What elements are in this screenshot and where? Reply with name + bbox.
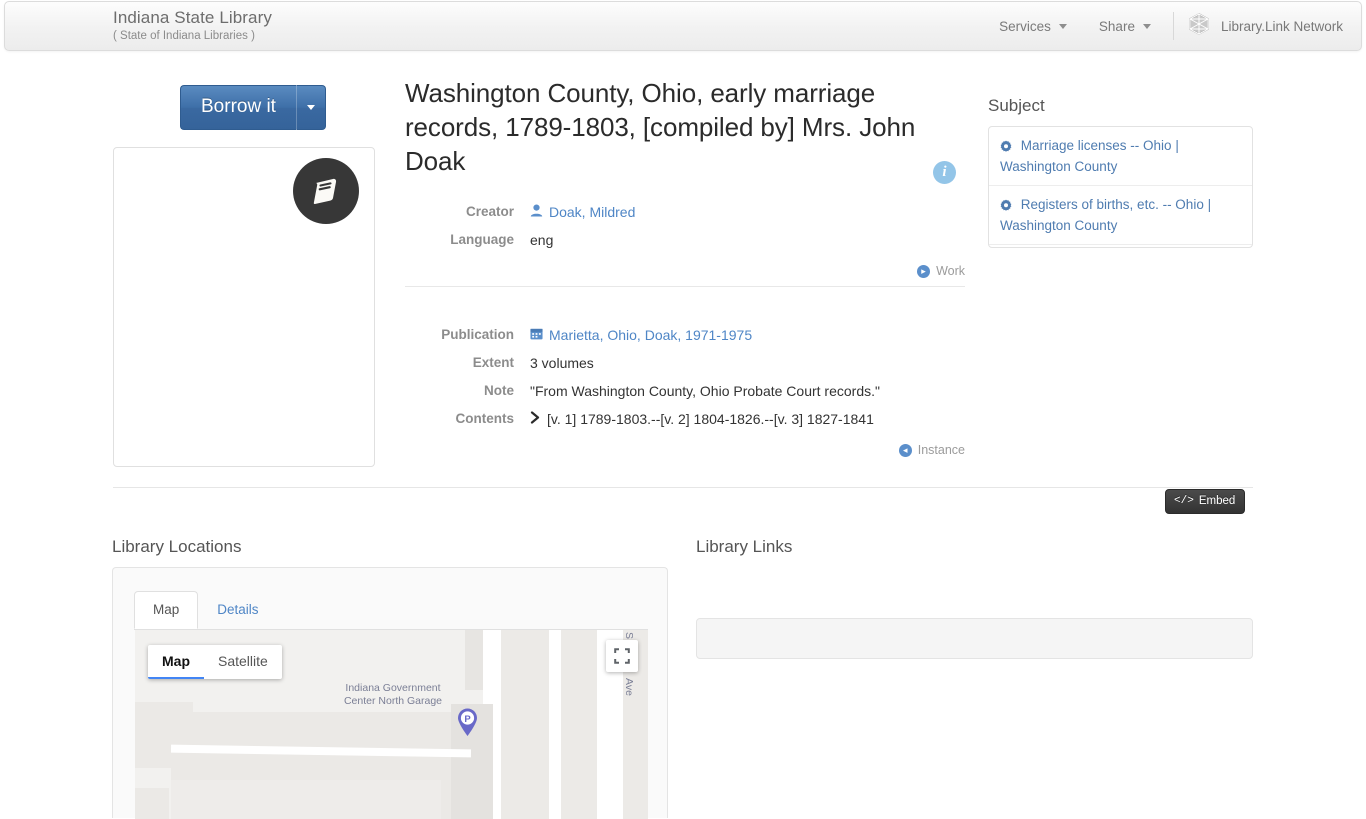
site-header: Indiana State Library ( State of Indiana… bbox=[4, 1, 1362, 51]
book-icon bbox=[293, 158, 359, 224]
borrow-it-button[interactable]: Borrow it bbox=[180, 85, 296, 130]
work-fields: Creator Doak, Mildred Language eng bbox=[405, 202, 965, 250]
instance-level-label: Instance bbox=[917, 443, 965, 457]
nav-item-services[interactable]: Services bbox=[983, 2, 1083, 50]
field-label: Publication bbox=[441, 327, 514, 342]
map-place-label: Indiana Government Center North Garage bbox=[343, 682, 443, 707]
brand-title: Indiana State Library bbox=[113, 8, 272, 27]
library-locations-panel: Map Details Indiana Government Center Nor… bbox=[112, 567, 668, 819]
brand[interactable]: Indiana State Library ( State of Indiana… bbox=[113, 8, 272, 44]
map-street-label-s: S bbox=[623, 632, 635, 640]
arrow-right-circle-icon: ▸ bbox=[917, 264, 931, 278]
map-block bbox=[171, 780, 441, 819]
work-level-label: Work bbox=[936, 264, 965, 278]
map-canvas[interactable]: Indiana Government Center North Garage S … bbox=[135, 630, 648, 819]
hexagon-network-icon bbox=[1186, 11, 1212, 42]
chevron-right-icon[interactable] bbox=[530, 409, 541, 429]
map-type-map-button[interactable]: Map bbox=[148, 645, 204, 679]
map-road bbox=[549, 630, 561, 819]
map-type-satellite-button[interactable]: Satellite bbox=[204, 645, 282, 679]
cover-placeholder bbox=[113, 147, 375, 467]
map-block bbox=[501, 630, 549, 819]
field-label: Note bbox=[484, 383, 514, 398]
chevron-down-icon bbox=[1142, 23, 1151, 29]
field-value: "From Washington County, Ohio Probate Co… bbox=[530, 383, 880, 399]
nav-item-share-label: Share bbox=[1098, 18, 1135, 34]
arrow-left-circle-icon: ◂ bbox=[898, 443, 912, 457]
field-row: Publication Marietta, Ohio, Doak, 1971-1… bbox=[405, 325, 965, 345]
page-title: Washington County, Ohio, early marriage … bbox=[405, 78, 916, 176]
work-level-indicator[interactable]: ▸ Work bbox=[405, 258, 965, 287]
record-detail: Washington County, Ohio, early marriage … bbox=[405, 76, 965, 465]
field-label: Language bbox=[450, 232, 514, 247]
gear-icon bbox=[1000, 138, 1012, 157]
info-icon[interactable]: i bbox=[933, 161, 956, 184]
chevron-down-icon bbox=[306, 105, 315, 110]
library-links-title: Library Links bbox=[696, 537, 793, 556]
subject-panel-title: Subject bbox=[988, 96, 1045, 115]
contents-value: [v. 1] 1789-1803.--[v. 2] 1804-1826.--[v… bbox=[547, 411, 874, 427]
map-parking-marker[interactable]: P bbox=[457, 708, 477, 736]
field-value: eng bbox=[530, 232, 554, 248]
instance-fields: Publication Marietta, Ohio, Doak, 1971-1… bbox=[405, 311, 965, 429]
map-block bbox=[135, 788, 169, 819]
field-row: Extent 3 volumes bbox=[405, 353, 965, 373]
locations-tabs: Map Details bbox=[134, 591, 278, 629]
map-type-toggle: Map Satellite bbox=[148, 645, 282, 679]
brand-subtitle: ( State of Indiana Libraries ) bbox=[113, 30, 255, 42]
field-value: Doak, Mildred bbox=[530, 202, 635, 222]
embed-button[interactable]: </> Embed bbox=[1165, 489, 1246, 514]
section-divider bbox=[113, 487, 1253, 488]
gear-icon bbox=[1000, 197, 1012, 216]
tab-details[interactable]: Details bbox=[198, 591, 277, 629]
field-value: 3 volumes bbox=[530, 355, 594, 371]
subject-list-item[interactable]: Washington County (Ohio) -- bbox=[989, 245, 1252, 247]
subject-list: Marriage licenses -- Ohio | Washington C… bbox=[988, 126, 1253, 248]
code-icon: </> bbox=[1174, 495, 1194, 507]
field-label: Creator bbox=[465, 204, 514, 219]
top-navigation: Services Share Library.Link Network bbox=[983, 2, 1353, 50]
subject-list-item[interactable]: Marriage licenses -- Ohio | Washington C… bbox=[989, 127, 1252, 186]
person-icon bbox=[530, 202, 543, 222]
field-row: Note "From Washington County, Ohio Proba… bbox=[405, 381, 965, 401]
borrow-button-group: Borrow it bbox=[180, 85, 326, 130]
publication-link[interactable]: Marietta, Ohio, Doak, 1971-1975 bbox=[549, 325, 752, 345]
svg-text:P: P bbox=[464, 714, 471, 725]
map-block bbox=[465, 630, 483, 690]
field-row: Creator Doak, Mildred bbox=[405, 202, 965, 222]
library-links-box bbox=[696, 618, 1253, 659]
nav-item-services-label: Services bbox=[999, 18, 1051, 34]
subject-panel: Subject Marriage licenses -- Ohio | Wash… bbox=[988, 96, 1253, 248]
subject-list-item[interactable]: Registers of births, etc. -- Ohio | Wash… bbox=[989, 186, 1252, 245]
subject-label: Registers of births, etc. -- Ohio | Wash… bbox=[1000, 197, 1212, 233]
library-locations-title: Library Locations bbox=[112, 537, 242, 556]
tab-map[interactable]: Map bbox=[134, 591, 199, 629]
field-row: Language eng bbox=[405, 230, 965, 250]
map-block bbox=[561, 630, 597, 819]
library-link-network-label: Library.Link Network bbox=[1220, 18, 1343, 34]
borrow-it-dropdown-toggle[interactable] bbox=[295, 85, 326, 130]
field-value: [v. 1] 1789-1803.--[v. 2] 1804-1826.--[v… bbox=[530, 409, 874, 429]
instance-level-indicator[interactable]: ◂ Instance bbox=[405, 437, 965, 465]
subject-label: Marriage licenses -- Ohio | Washington C… bbox=[1000, 138, 1179, 174]
field-row: Contents [v. 1] 1789-1803.--[v. 2] 1804-… bbox=[405, 409, 965, 429]
embed-label: Embed bbox=[1198, 495, 1236, 507]
nav-divider bbox=[1172, 12, 1174, 40]
library-link-network-button[interactable]: Library.Link Network bbox=[1180, 11, 1353, 42]
fullscreen-icon[interactable] bbox=[606, 640, 638, 672]
calendar-icon bbox=[530, 325, 543, 345]
field-value: Marietta, Ohio, Doak, 1971-1975 bbox=[530, 325, 752, 345]
field-label: Extent bbox=[472, 355, 514, 370]
nav-item-share[interactable]: Share bbox=[1083, 2, 1167, 50]
chevron-down-icon bbox=[1058, 23, 1067, 29]
creator-link[interactable]: Doak, Mildred bbox=[549, 202, 635, 222]
field-label: Contents bbox=[455, 411, 515, 426]
map-street-label-ave: Ave bbox=[623, 678, 635, 696]
